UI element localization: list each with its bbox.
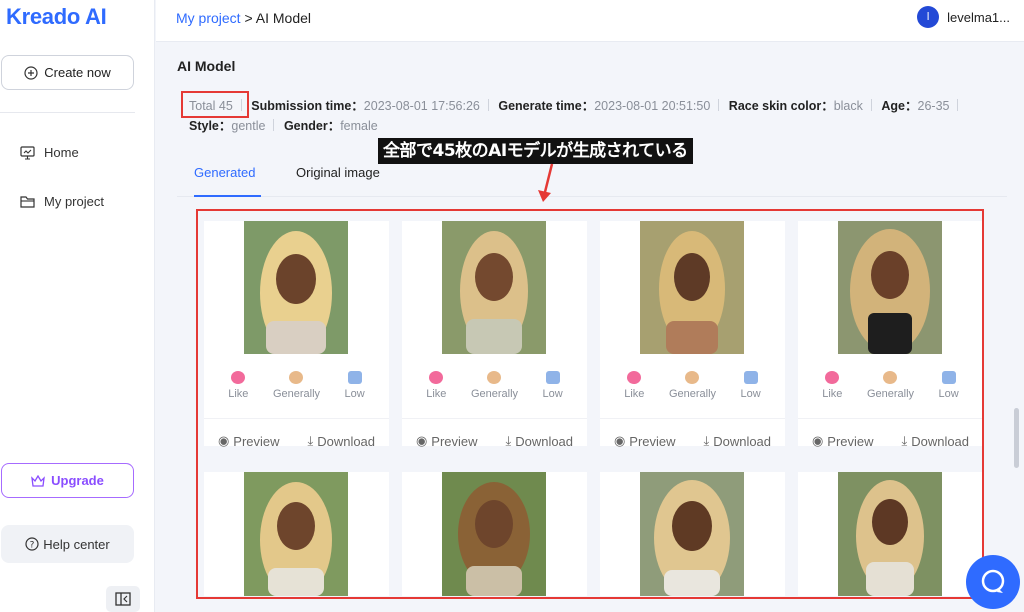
results-highlight-box xyxy=(196,209,984,599)
meta-value: gentle xyxy=(231,119,266,133)
meta-value: 26-35 xyxy=(917,99,950,113)
avatar: l xyxy=(917,6,940,28)
crown-icon xyxy=(31,474,46,487)
annotation-arrow xyxy=(538,163,554,202)
kreado-logo[interactable]: Kreado AI xyxy=(6,4,107,30)
logo-text: Kreado xyxy=(6,4,80,29)
breadcrumb-current: AI Model xyxy=(255,10,312,26)
tab-generated[interactable]: Generated xyxy=(194,165,255,180)
meta-key: Submission time： xyxy=(251,99,364,113)
meta-key: Age： xyxy=(881,99,918,113)
monitor-icon xyxy=(20,145,35,160)
sidebar-item-my-project[interactable]: My project xyxy=(20,194,104,209)
total-highlight-box xyxy=(181,91,249,118)
scrollbar[interactable] xyxy=(1014,408,1019,468)
meta-value: female xyxy=(340,119,378,133)
meta-value: 2023-08-01 20:51:50 xyxy=(594,99,711,113)
sidebar-toggle-icon xyxy=(115,592,131,606)
sidebar: Kreado AI Create now Home My project Upg… xyxy=(0,0,155,612)
create-now-button[interactable]: Create now xyxy=(1,55,134,90)
chat-support-button[interactable] xyxy=(966,555,1020,609)
help-icon: ? xyxy=(25,537,39,551)
plus-circle-icon xyxy=(24,65,38,80)
upgrade-button[interactable]: Upgrade xyxy=(1,463,134,498)
meta-key: Generate time： xyxy=(498,99,595,113)
folder-icon xyxy=(20,196,35,208)
top-bar: My project > AI Model l levelma1... xyxy=(156,0,1024,42)
breadcrumb-separator: > xyxy=(240,10,256,26)
meta-value: 2023-08-01 17:56:26 xyxy=(363,99,480,113)
help-center-button[interactable]: ? Help center xyxy=(1,525,134,563)
model-meta: Total 45 Submission time：2023-08-01 17:5… xyxy=(189,96,999,136)
meta-key: Race skin color： xyxy=(728,99,834,113)
chat-bubble-icon xyxy=(981,569,1005,593)
sidebar-item-label: My project xyxy=(44,194,104,209)
breadcrumb: My project > AI Model xyxy=(176,10,311,26)
tab-original-image[interactable]: Original image xyxy=(296,165,380,180)
meta-value: black xyxy=(833,99,863,113)
svg-text:?: ? xyxy=(30,541,35,551)
active-tab-indicator xyxy=(194,195,261,197)
user-menu[interactable]: l levelma1... xyxy=(917,6,1010,28)
help-center-label: Help center xyxy=(43,536,110,552)
sidebar-divider xyxy=(0,112,135,113)
username: levelma1... xyxy=(947,9,1010,25)
create-now-label: Create now xyxy=(44,65,111,80)
breadcrumb-my-project[interactable]: My project xyxy=(176,10,241,26)
sidebar-item-home[interactable]: Home xyxy=(20,145,79,160)
page-title: AI Model xyxy=(177,58,236,74)
meta-key: Style： xyxy=(189,119,232,133)
sidebar-item-label: Home xyxy=(44,145,79,160)
logo-ai-text: AI xyxy=(85,4,107,29)
upgrade-label: Upgrade xyxy=(51,473,104,488)
collapse-sidebar-button[interactable] xyxy=(106,586,140,612)
annotation-caption: 全部で45枚のAIモデルが生成されている xyxy=(378,138,693,164)
meta-key: Gender： xyxy=(283,119,341,133)
